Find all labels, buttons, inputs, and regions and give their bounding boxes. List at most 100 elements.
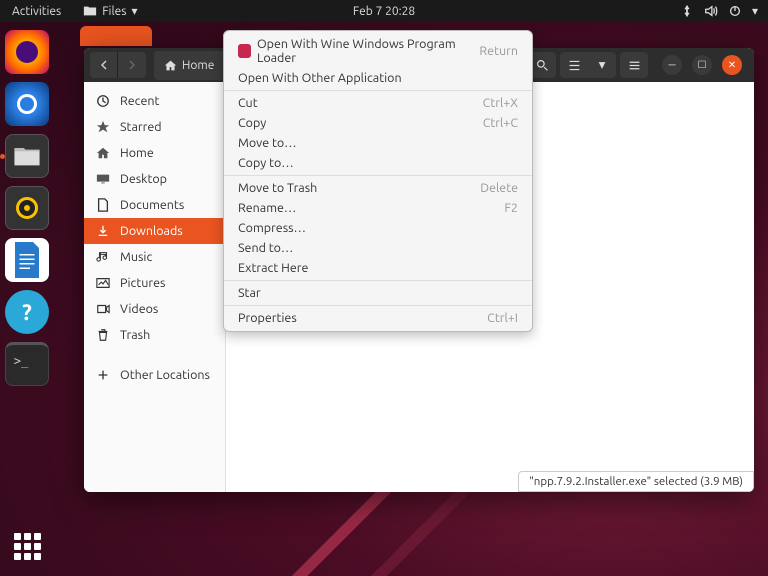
menu-item-label: Copy — [238, 116, 266, 130]
app-menu[interactable]: Files ▾ — [73, 4, 147, 18]
menu-item-label: Compress… — [238, 221, 306, 235]
desktop-icon — [96, 172, 110, 186]
window-minimize[interactable]: ─ — [662, 55, 682, 75]
home-icon — [164, 59, 177, 72]
menu-item-shortcut: Ctrl+I — [487, 311, 518, 325]
menu-item-label: Copy to… — [238, 156, 294, 170]
menu-item-label: Extract Here — [238, 261, 308, 275]
menu-item-compress[interactable]: Compress… — [224, 218, 532, 238]
top-bar: Activities Files ▾ Feb 7 20:28 ▾ — [0, 0, 768, 22]
recent-icon — [96, 94, 110, 108]
dock-firefox[interactable] — [5, 30, 49, 74]
sidebar-item-label: Recent — [120, 94, 159, 108]
context-menu: Open With Wine Windows Program LoaderRet… — [223, 30, 533, 332]
menu-separator — [224, 175, 532, 176]
activities-button[interactable]: Activities — [0, 5, 73, 18]
window-close[interactable]: ✕ — [722, 55, 742, 75]
view-list-button[interactable] — [560, 52, 588, 78]
desktop-home-icon[interactable] — [80, 26, 152, 46]
dock-files[interactable] — [5, 134, 49, 178]
clock[interactable]: Feb 7 20:28 — [353, 5, 415, 18]
sidebar-item-trash[interactable]: Trash — [84, 322, 225, 348]
sidebar-item-label: Videos — [120, 302, 158, 316]
menu-item-rename[interactable]: Rename…F2 — [224, 198, 532, 218]
menu-item-send-to[interactable]: Send to… — [224, 238, 532, 258]
volume-icon — [704, 4, 718, 18]
sidebar-item-label: Pictures — [120, 276, 165, 290]
sidebar-item-label: Desktop — [120, 172, 167, 186]
menu-item-copy-to[interactable]: Copy to… — [224, 153, 532, 173]
sidebar-item-label: Documents — [120, 198, 184, 212]
sidebar-item-label: Trash — [120, 328, 150, 342]
document-icon — [12, 242, 42, 278]
dock-help[interactable]: ? — [5, 290, 49, 334]
menu-item-cut[interactable]: CutCtrl+X — [224, 93, 532, 113]
menu-item-properties[interactable]: Properties Ctrl+I — [224, 308, 532, 328]
chevron-down-icon: ▾ — [131, 4, 137, 18]
sidebar-item-pictures[interactable]: Pictures — [84, 270, 225, 296]
sidebar-item-label: Home — [120, 146, 154, 160]
dock-rhythmbox[interactable] — [5, 186, 49, 230]
menu-item-label: Star — [238, 286, 261, 300]
path-home[interactable]: Home — [154, 54, 224, 77]
sidebar-item-label: Other Locations — [120, 368, 210, 382]
wine-icon — [238, 44, 251, 58]
sidebar-item-home[interactable]: Home — [84, 140, 225, 166]
hamburger-menu[interactable] — [620, 52, 648, 78]
menu-separator — [224, 90, 532, 91]
menu-item-shortcut: Delete — [480, 181, 518, 195]
sidebar-item-documents[interactable]: Documents — [84, 192, 225, 218]
menu-item-shortcut: Return — [479, 44, 518, 58]
menu-item-label: Send to… — [238, 241, 293, 255]
menu-separator — [224, 280, 532, 281]
menu-item-label: Rename… — [238, 201, 296, 215]
path-home-label: Home — [182, 59, 214, 72]
menu-item-open-with-other-application[interactable]: Open With Other Application — [224, 68, 532, 88]
dock-libreoffice-writer[interactable] — [5, 238, 49, 282]
menu-item-open-with-wine-windows-program-loader[interactable]: Open With Wine Windows Program LoaderRet… — [224, 34, 532, 68]
chevron-down-icon: ▾ — [752, 4, 758, 18]
status-bar: "npp.7.9.2.Installer.exe" selected (3.9 … — [518, 471, 754, 492]
menu-item-move-to[interactable]: Move to… — [224, 133, 532, 153]
search-icon — [536, 59, 549, 72]
nav-forward[interactable] — [118, 52, 146, 78]
dock-terminal[interactable]: >_ — [5, 342, 49, 386]
sidebar-item-label: Starred — [120, 120, 162, 134]
show-applications[interactable] — [14, 533, 41, 560]
chevron-left-icon — [99, 60, 109, 70]
files-icon — [14, 145, 40, 167]
home-icon — [96, 146, 110, 160]
dock-thunderbird[interactable] — [5, 82, 49, 126]
window-maximize[interactable]: ☐ — [692, 55, 712, 75]
menu-item-extract-here[interactable]: Extract Here — [224, 258, 532, 278]
menu-item-label: Properties — [238, 311, 297, 325]
downloads-icon — [96, 224, 110, 238]
sidebar-item-starred[interactable]: Starred — [84, 114, 225, 140]
menu-item-star[interactable]: Star — [224, 283, 532, 303]
app-menu-label: Files — [102, 5, 126, 18]
folder-icon — [83, 4, 97, 18]
sidebar-item-other-locations[interactable]: Other Locations — [84, 362, 225, 388]
menu-item-label: Move to Trash — [238, 181, 317, 195]
sidebar-item-recent[interactable]: Recent — [84, 88, 225, 114]
menu-item-copy[interactable]: CopyCtrl+C — [224, 113, 532, 133]
chevron-right-icon — [127, 60, 137, 70]
menu-item-move-to-trash[interactable]: Move to Trash Delete — [224, 178, 532, 198]
sidebar-item-music[interactable]: Music — [84, 244, 225, 270]
sidebar-item-videos[interactable]: Videos — [84, 296, 225, 322]
menu-item-label: Cut — [238, 96, 258, 110]
sidebar-item-downloads[interactable]: Downloads — [84, 218, 225, 244]
list-icon — [568, 59, 581, 72]
nav-back[interactable] — [90, 52, 118, 78]
view-dropdown[interactable]: ▾ — [588, 52, 616, 78]
dock: ? >_ — [0, 22, 54, 576]
system-tray[interactable]: ▾ — [670, 4, 768, 18]
videos-icon — [96, 302, 110, 316]
menu-item-label: Move to… — [238, 136, 297, 150]
pictures-icon — [96, 276, 110, 290]
menu-item-label: Open With Other Application — [238, 71, 402, 85]
power-icon — [728, 4, 742, 18]
sidebar-item-desktop[interactable]: Desktop — [84, 166, 225, 192]
menu-icon — [628, 59, 641, 72]
music-icon — [96, 250, 110, 264]
